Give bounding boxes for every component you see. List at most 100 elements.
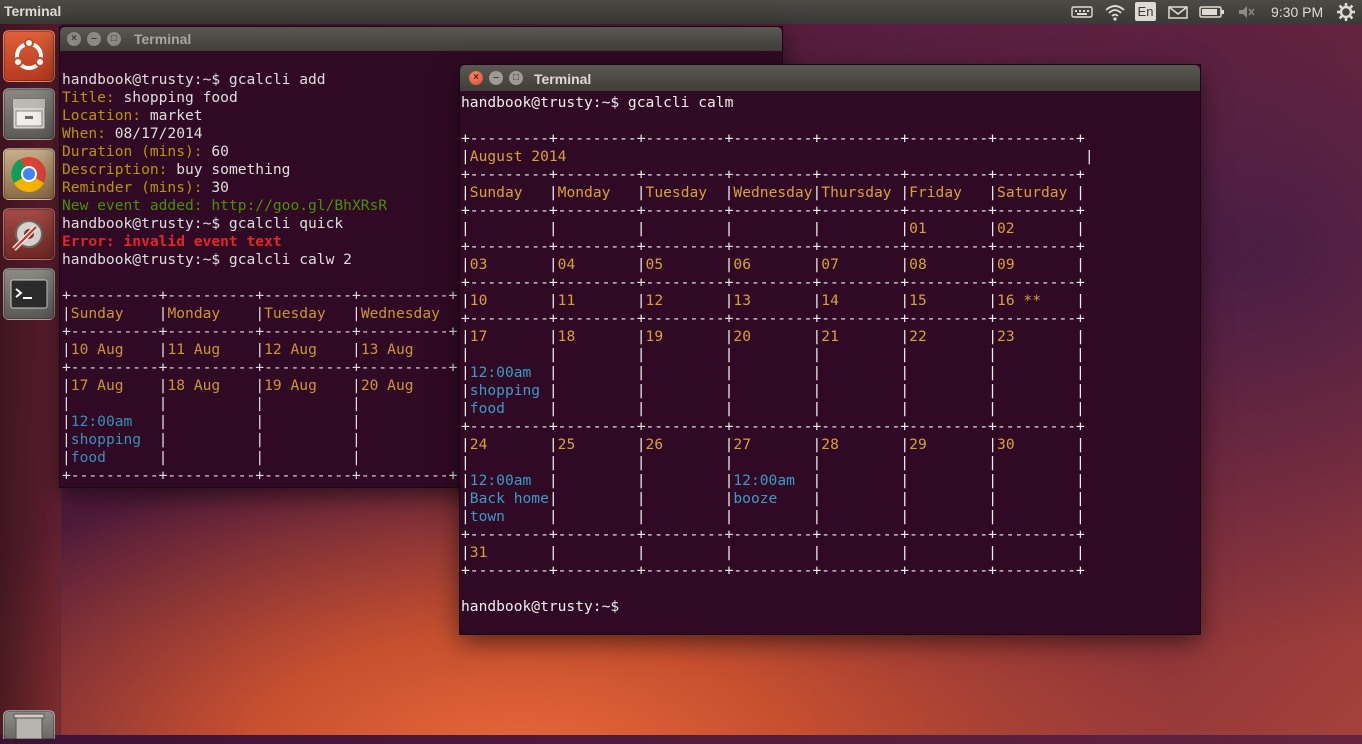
terminal-text: 25 (557, 436, 637, 453)
terminal-line: |food | | | | | | | (461, 400, 1094, 418)
mail-icon[interactable] (1168, 2, 1188, 22)
chrome-icon[interactable] (3, 148, 55, 200)
minimize-icon[interactable]: – (87, 32, 101, 46)
terminal-text: +---------+---------+---------+---------… (461, 526, 1085, 543)
terminal-line: handbook@trusty:~$ gcalcli calw 2 (62, 251, 457, 269)
system-settings-icon[interactable] (3, 208, 55, 260)
terminal-text: When: (62, 125, 115, 142)
terminal-text: 23 (997, 328, 1077, 345)
terminal-text: +----------+----------+----------+------… (62, 287, 458, 304)
terminal-text: | (461, 148, 470, 165)
terminal-text: | (548, 184, 558, 201)
gear-icon[interactable] (1336, 2, 1356, 22)
terminal-text: | | | | | | | (548, 382, 1085, 399)
terminal-text: 18 Aug (167, 377, 256, 394)
wifi-icon[interactable] (1104, 2, 1126, 22)
terminal-line: |12:00am | | |12:00am | | | | (461, 472, 1094, 490)
terminal-text: shopping (469, 382, 549, 399)
terminal-text: | | | | | | | | (461, 346, 1085, 363)
terminal-text: 19 Aug (264, 377, 353, 394)
terminal-window-front[interactable]: × – □ Terminal handbook@trusty:~$ gcalcl… (460, 65, 1200, 634)
terminal-text: | (988, 256, 998, 273)
terminal-line: handbook@trusty:~$ gcalcli calm (461, 94, 1094, 112)
ubuntu-logo-icon[interactable] (3, 30, 55, 82)
terminal-text: Title: (62, 89, 124, 106)
terminal-output[interactable]: handbook@trusty:~$ gcalcli add Title: sho… (62, 71, 457, 485)
files-icon[interactable] (3, 88, 55, 140)
terminal-text: +---------+---------+---------+---------… (461, 130, 1085, 147)
terminal-line: |shopping | | | (62, 431, 457, 449)
terminal-text: | (461, 382, 470, 399)
terminal-line: +---------+---------+---------+---------… (461, 274, 1094, 292)
terminal-text: | | | | (812, 490, 1085, 507)
launcher (0, 24, 61, 740)
terminal-line: +---------+---------+---------+---------… (461, 562, 1094, 580)
terminal-line: +----------+----------+----------+------… (62, 287, 457, 305)
terminal-text: | (1076, 256, 1085, 273)
terminal-text: | (255, 341, 265, 358)
terminal-text: +---------+---------+---------+---------… (461, 238, 1085, 255)
terminal-text: Monday (167, 305, 256, 322)
terminal-text: | (566, 148, 1094, 165)
terminal-line: handbook@trusty:~$ gcalcli add (62, 71, 457, 89)
terminal-text: | (900, 256, 910, 273)
terminal-text: | (461, 490, 470, 507)
terminal-text: +---------+---------+---------+---------… (461, 562, 1085, 579)
terminal-text: 24 (469, 436, 549, 453)
battery-icon[interactable] (1199, 2, 1225, 22)
terminal-text: | | | | | | | (548, 364, 1085, 381)
maximize-icon[interactable]: □ (509, 71, 523, 85)
terminal-text: 13 Aug (360, 341, 449, 358)
terminal-text: 10 Aug (70, 341, 159, 358)
keyboard-layout-indicator[interactable]: En (1135, 2, 1156, 21)
terminal-line: +---------+---------+---------+---------… (461, 166, 1094, 184)
terminal-text: | (988, 220, 997, 237)
terminal-text: | (461, 400, 470, 417)
clock[interactable]: 9:30 PM (1271, 2, 1323, 22)
terminal-text: handbook@trusty:~$ gcalcli add (62, 71, 326, 88)
terminal-text: 01 (909, 220, 989, 237)
terminal-text: Tuesday (264, 305, 353, 322)
terminal-icon[interactable] (3, 268, 55, 320)
terminal-text: | (636, 292, 646, 309)
terminal-line: +---------+---------+---------+---------… (461, 526, 1094, 544)
terminal-text: | | | | | | | | (461, 454, 1085, 471)
volume-icon[interactable] (1236, 2, 1256, 22)
terminal-text: +---------+---------+---------+---------… (461, 166, 1085, 183)
terminal-text: handbook@trusty:~$ gcalcli calm (461, 94, 734, 111)
titlebar: × – □ Terminal (60, 27, 782, 51)
terminal-line: |10 Aug |11 Aug |12 Aug |13 Aug (62, 341, 457, 359)
terminal-text: 08/17/2014 (114, 125, 203, 142)
terminal-text: | (1076, 436, 1085, 453)
terminal-line: +---------+---------+---------+---------… (461, 310, 1094, 328)
terminal-text: | (900, 184, 910, 201)
terminal-text: 60 (211, 143, 229, 160)
close-icon[interactable]: × (67, 32, 81, 46)
terminal-text: | (548, 256, 558, 273)
terminal-text: +---------+---------+---------+---------… (461, 310, 1085, 327)
close-icon[interactable]: × (469, 71, 483, 85)
terminal-line: +----------+----------+----------+------… (62, 323, 457, 341)
terminal-text: | | | | | | (461, 220, 910, 237)
terminal-text: | | | | | | | (548, 508, 1085, 525)
terminal-text: 13 (733, 292, 813, 309)
terminal-text: 26 (645, 436, 725, 453)
terminal-text: | (255, 305, 265, 322)
minimize-icon[interactable]: – (489, 71, 503, 85)
terminal-text: | (461, 472, 470, 489)
terminal-text: | (461, 256, 470, 273)
terminal-text: 11 (557, 292, 637, 309)
terminal-text: Reminder (mins): (62, 179, 212, 196)
terminal-text: Duration (mins): (62, 143, 212, 160)
active-app-title: Terminal (4, 3, 62, 19)
terminal-line: New event added: http://goo.gl/BhXRsR (62, 197, 457, 215)
terminal-line: Location: market (62, 107, 457, 125)
keyboard-icon[interactable] (1071, 2, 1093, 22)
terminal-text: 30 (997, 436, 1077, 453)
terminal-text: | (461, 292, 470, 309)
maximize-icon[interactable]: □ (107, 32, 121, 46)
terminal-text: food (70, 449, 159, 466)
terminal-output[interactable]: handbook@trusty:~$ gcalcli calm​+-------… (461, 94, 1094, 616)
terminal-text: | | | | (812, 472, 1085, 489)
terminal-text: | (352, 305, 361, 322)
